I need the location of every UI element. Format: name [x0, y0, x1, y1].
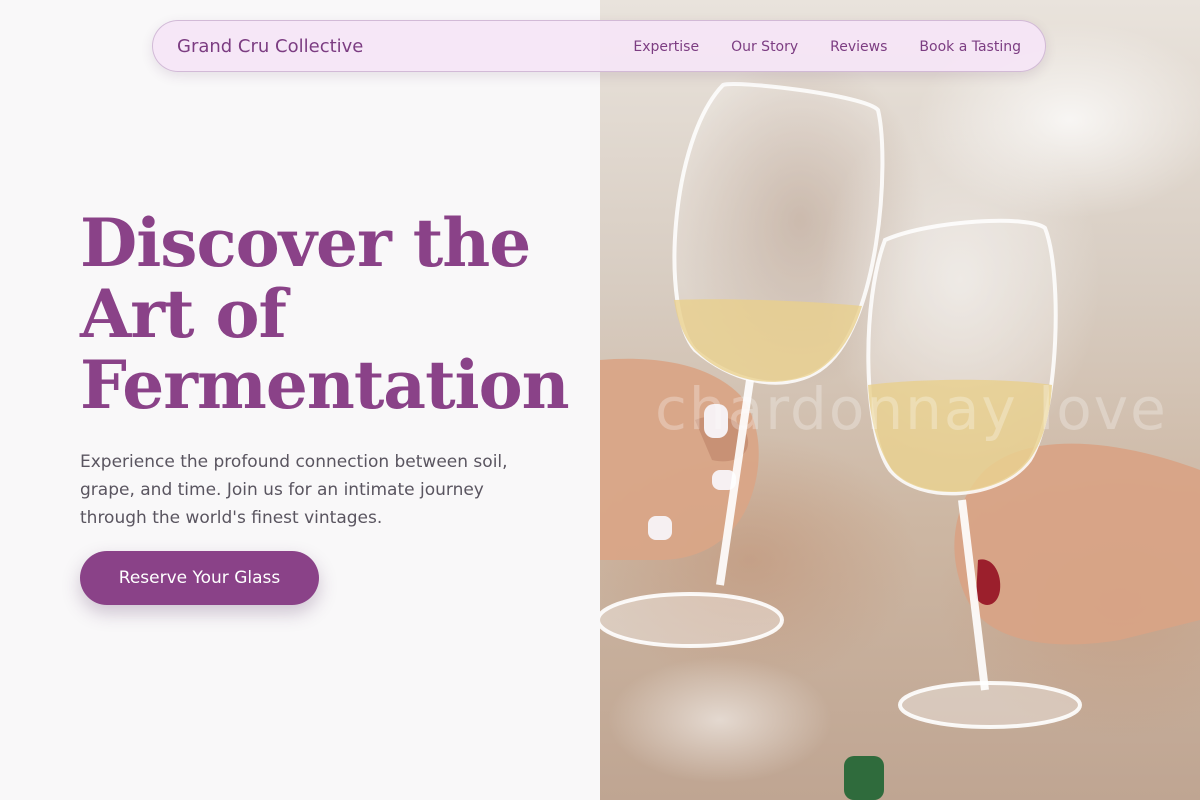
nav-link-book-tasting[interactable]: Book a Tasting: [919, 39, 1021, 55]
brand-name[interactable]: Grand Cru Collective: [177, 36, 363, 57]
hero-subtitle: Experience the profound connection betwe…: [80, 452, 508, 528]
hero-title-line-1: Discover the: [80, 204, 531, 282]
nav-link-reviews[interactable]: Reviews: [830, 39, 887, 55]
image-watermark: chardonnay love: [655, 375, 1168, 443]
hero-photo-wine-toast: chardonnay love: [600, 0, 1200, 800]
hero-title-line-3: Fermentation: [80, 346, 570, 424]
top-navbar: Grand Cru Collective Expertise Our Story…: [152, 20, 1046, 72]
nav-links: Expertise Our Story Reviews Book a Tasti…: [633, 39, 1021, 55]
nav-link-our-story[interactable]: Our Story: [731, 39, 798, 55]
nav-link-expertise[interactable]: Expertise: [633, 39, 699, 55]
hero-title-line-2: Art of: [80, 275, 287, 353]
reserve-glass-button[interactable]: Reserve Your Glass: [80, 551, 319, 605]
hero-title: Discover the Art of Fermentation: [80, 208, 580, 421]
